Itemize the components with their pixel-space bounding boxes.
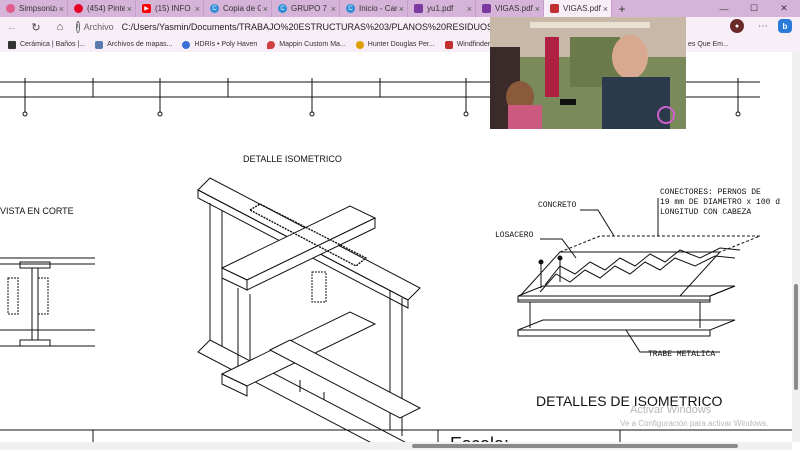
tab-pinterest[interactable]: (454) Pinterest×	[68, 0, 136, 17]
tab-label: VIGAS.pdf -	[495, 4, 533, 13]
url-field[interactable]: i Archivo C:/Users/Yasmin/Documents/TRAB…	[76, 20, 538, 35]
tab-label: (454) Pinterest	[87, 4, 125, 13]
close-icon[interactable]: ×	[263, 4, 268, 14]
pdf-icon	[550, 4, 559, 13]
simpsonizador-icon	[6, 4, 15, 13]
isometric-beam-drawing	[197, 177, 422, 450]
bookmark-hunter[interactable]: Hunter Douglas Per...	[355, 40, 435, 49]
bookmark-label: Mappin Custom Ma...	[279, 41, 346, 48]
tab-label: Inicio - Canva	[359, 4, 397, 13]
ceramica-icon	[8, 40, 16, 49]
canva-icon: C	[346, 4, 355, 13]
connectors-label-1: CONECTORES: PERNOS DE	[660, 188, 761, 197]
tab-canva[interactable]: C Inicio - Canva×	[340, 0, 408, 17]
tab-label: (15) INFO	[155, 4, 191, 13]
pdf-icon	[482, 4, 491, 13]
close-icon[interactable]: ×	[467, 4, 472, 14]
vertical-scrollbar[interactable]	[792, 52, 800, 442]
concrete-label: CONCRETO	[538, 201, 577, 210]
tab-vigas-pdf-2[interactable]: VIGAS.pdf -×	[476, 0, 544, 17]
maximize-button[interactable]: ☐	[740, 0, 768, 17]
tab-label: yu1.pdf	[427, 4, 454, 13]
pdf-icon	[414, 4, 423, 13]
canva-icon: C	[278, 4, 287, 13]
video-frame	[490, 17, 686, 129]
close-window-button[interactable]: ✕	[770, 0, 798, 17]
horizontal-scroll-thumb[interactable]	[412, 444, 738, 448]
bookmark-label: Archivos de mapas...	[107, 41, 173, 48]
canva-icon: C	[210, 4, 219, 13]
hunter-icon	[355, 40, 364, 49]
close-icon[interactable]: ×	[535, 4, 540, 14]
tab-youtube[interactable]: ▶ (15) INFO ×	[136, 0, 204, 17]
youtube-icon: ▶	[142, 4, 151, 13]
bookmark-folder[interactable]: es Que Em...	[688, 37, 729, 52]
tab-copia-gru[interactable]: C Copia de GRU×	[204, 0, 272, 17]
tab-label: VIGAS.pdf	[563, 4, 601, 13]
close-icon[interactable]: ×	[603, 4, 608, 14]
picture-in-picture-video[interactable]	[490, 17, 686, 129]
bookmark-label: Cerámica | Baños |...	[20, 41, 86, 48]
tab-bar: Simpsonizador× (454) Pinterest× ▶(15) IN…	[0, 0, 800, 17]
polyhaven-icon	[182, 40, 191, 49]
tab-grupo7[interactable]: C GRUPO 7 - LI×	[272, 0, 340, 17]
section-view-drawing	[0, 257, 95, 347]
close-icon[interactable]: ×	[127, 4, 132, 14]
bing-icon[interactable]: b	[778, 19, 792, 33]
vertical-scroll-thumb[interactable]	[794, 284, 798, 390]
bookmark-label: es Que Em...	[688, 41, 729, 48]
minimize-button[interactable]: —	[710, 0, 738, 17]
home-icon[interactable]: ⌂	[48, 21, 72, 33]
connectors-label-3: LONGITUD CON CABEZA	[660, 208, 751, 217]
tab-vigas-pdf[interactable]: VIGAS.pdf ×	[544, 0, 612, 17]
activation-watermark-title: Activar Windows	[630, 404, 712, 416]
bookmark-label: HDRIs • Poly Haven	[194, 41, 258, 48]
more-menu-icon[interactable]: ⋯	[756, 19, 770, 33]
composite-deck-drawing	[517, 198, 761, 353]
pinterest-icon	[74, 4, 83, 13]
security-label: Archivo	[83, 22, 114, 32]
tab-label: GRUPO 7 - LI	[291, 4, 329, 13]
bookmark-mappin[interactable]: Mappin Custom Ma...	[267, 40, 346, 49]
section-title: VISTA EN CORTE	[0, 206, 74, 216]
bookmark-archivos-mapas[interactable]: Archivos de mapas...	[95, 40, 173, 49]
windfinder-icon	[444, 40, 453, 49]
bookmark-polyhaven[interactable]: HDRIs • Poly Haven	[182, 40, 258, 49]
info-icon[interactable]: i	[76, 21, 80, 33]
map-archive-icon	[95, 40, 104, 49]
activation-watermark-subtitle: Ve a Configuración para activar Windows.	[620, 419, 769, 428]
deck-label: LOSACERO	[495, 231, 534, 240]
close-icon[interactable]: ×	[331, 4, 336, 14]
beam-label: TRABE METALICA	[648, 350, 715, 359]
tab-simpsonizador[interactable]: Simpsonizador×	[0, 0, 68, 17]
tab-yu1-pdf[interactable]: yu1.pdf ×	[408, 0, 476, 17]
close-icon[interactable]: ×	[59, 4, 64, 14]
tab-label: Copia de GRU	[223, 4, 261, 13]
reload-icon[interactable]: ↻	[24, 21, 48, 34]
connectors-label-2: 19 mm DE DIAMETRO x 100 d	[660, 198, 780, 207]
avatar[interactable]: ●	[730, 19, 744, 33]
close-icon[interactable]: ×	[399, 4, 404, 14]
horizontal-scrollbar[interactable]	[0, 442, 792, 450]
pin-icon	[267, 40, 276, 49]
close-icon[interactable]: ×	[195, 4, 200, 14]
url-text: C:/Users/Yasmin/Documents/TRABAJO%20ESTR…	[121, 22, 539, 32]
bookmark-label: Hunter Douglas Per...	[367, 41, 435, 48]
bookmark-ceramica[interactable]: Cerámica | Baños |...	[8, 40, 86, 49]
new-tab-button[interactable]: +	[612, 0, 632, 17]
back-icon[interactable]: ←	[0, 21, 24, 33]
tab-label: Simpsonizador	[19, 4, 57, 13]
isometric-title: DETALLE ISOMETRICO	[243, 154, 342, 164]
